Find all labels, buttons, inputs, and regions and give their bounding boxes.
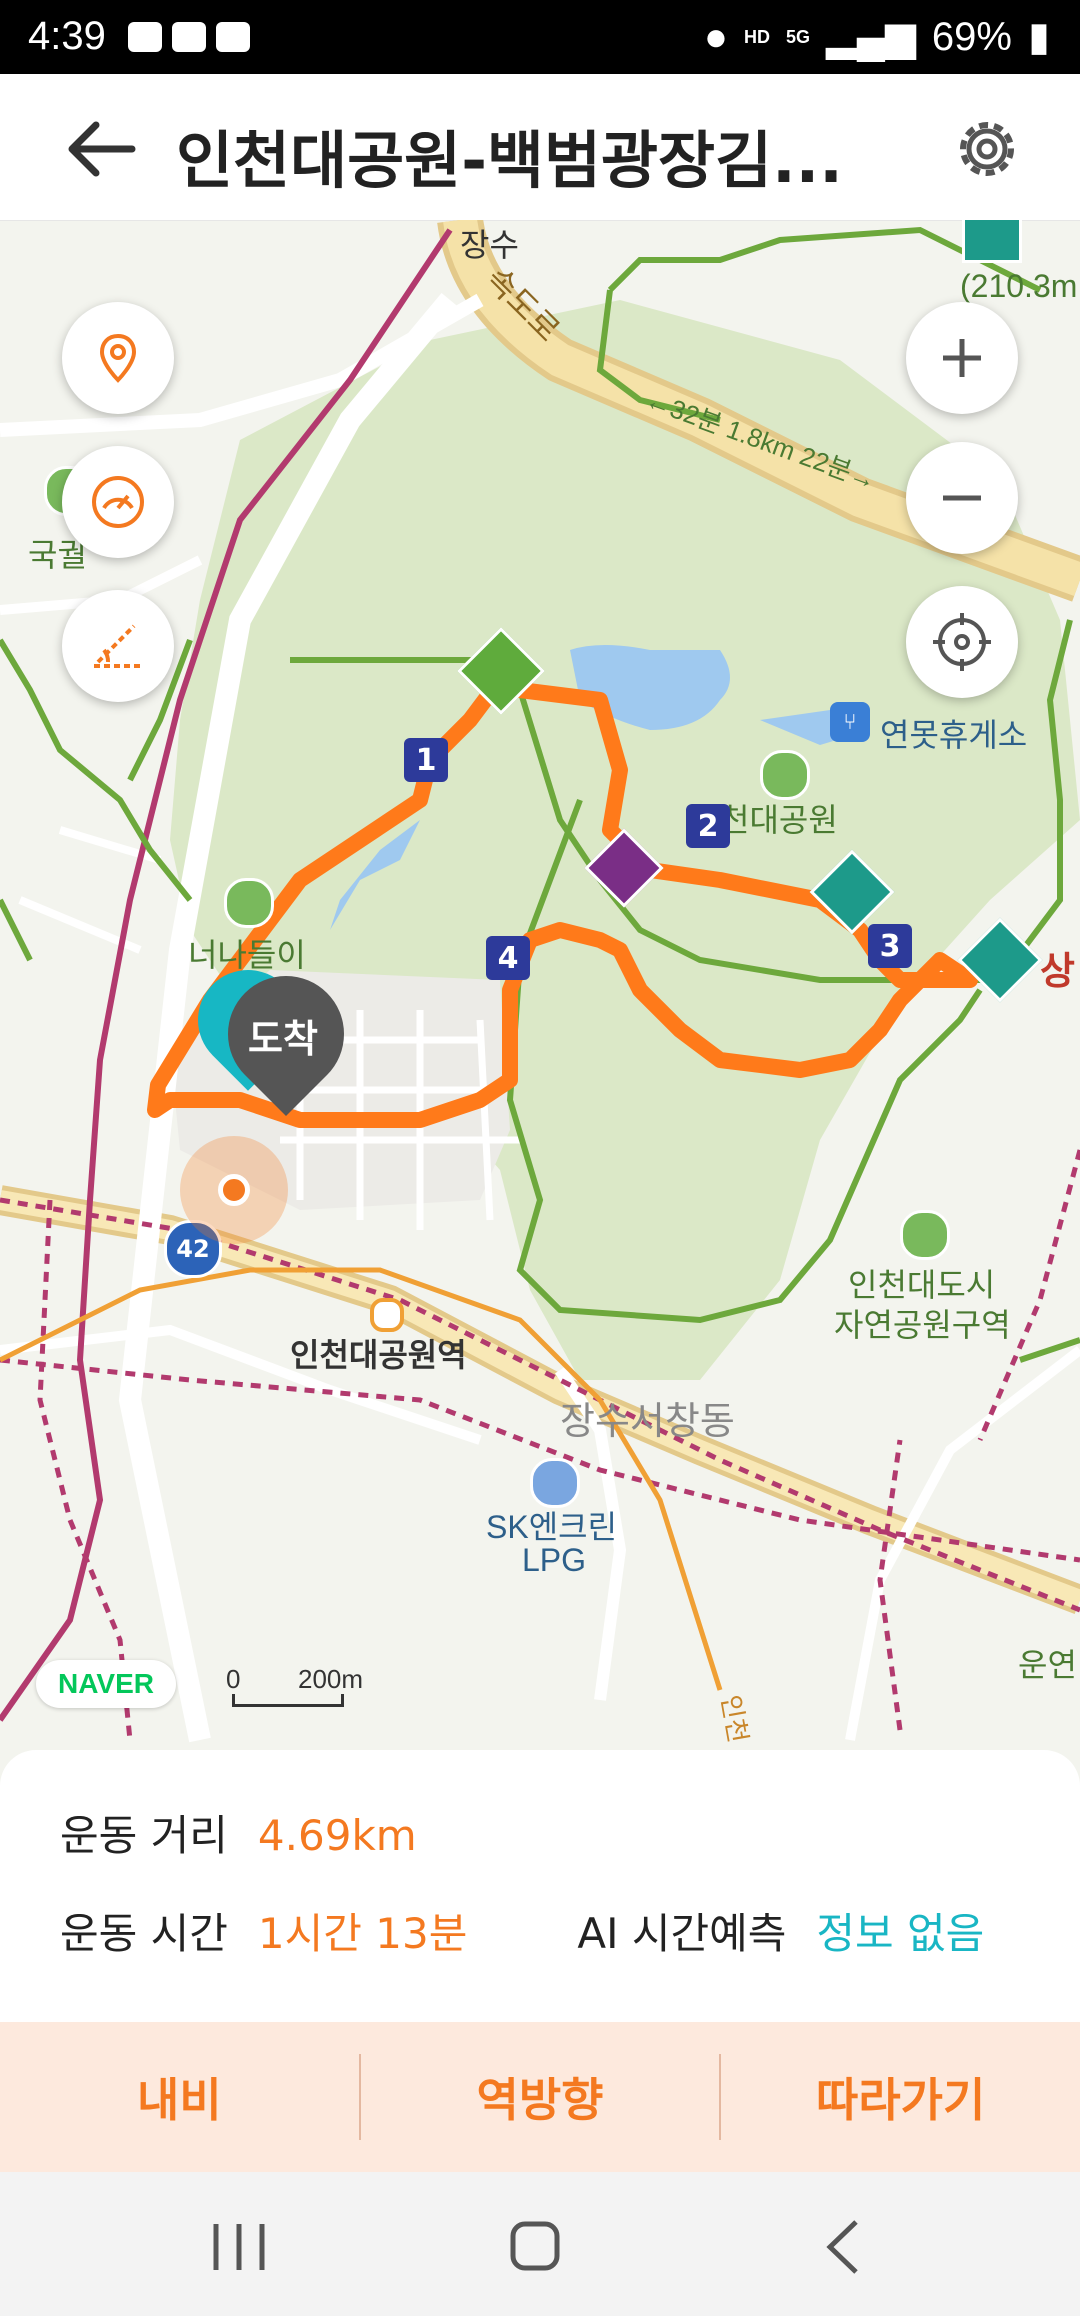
scale-zero: 0: [226, 1664, 241, 1694]
tree-icon: [900, 1210, 950, 1260]
recenter-button[interactable]: [906, 586, 1018, 698]
restaurant-icon[interactable]: ⑂: [830, 702, 870, 742]
naver-logo: NAVER: [36, 1660, 176, 1708]
map-label-rest-area: 연못휴게소: [880, 717, 1028, 753]
map-view[interactable]: 장수 속도로 (210.3m ←32분 1.8km 22분→ 연못휴게소 천대공…: [0, 220, 1080, 1750]
ai-time-value: 정보 없음: [816, 1909, 985, 1958]
app-header: 인천대공원-백범광장김...: [0, 74, 1080, 221]
time-label: 운동 시간: [60, 1909, 228, 1958]
home-icon[interactable]: [490, 2212, 580, 2282]
location-pin-button[interactable]: [62, 302, 174, 414]
steps-icon: [128, 22, 162, 52]
waypoint-marker[interactable]: 2: [686, 804, 730, 848]
status-time: 4:39: [28, 14, 106, 58]
reverse-button[interactable]: 역방향: [361, 2064, 720, 2130]
location-status-icon: ●: [703, 14, 729, 59]
arrive-marker-label: 도착: [248, 1017, 318, 1061]
location-pin-icon: [99, 333, 137, 383]
crosshair-icon: [933, 613, 991, 671]
ai-time-label: AI 시간예측: [577, 1909, 787, 1958]
current-location-dot-icon: [218, 1174, 250, 1206]
scale-bar: [232, 1694, 344, 1707]
map-label-park: 천대공원: [720, 802, 838, 838]
station-marker-icon: [370, 1298, 404, 1332]
mountain-marker-icon[interactable]: [962, 220, 1022, 263]
waypoint-marker[interactable]: 1: [404, 738, 448, 782]
elevation-icon: [94, 624, 142, 668]
map-label-dong: 장수서창동: [560, 1401, 735, 1443]
map-label-nature-2: 자연공원구역: [834, 1307, 1011, 1343]
map-label-mountain-height: (210.3m: [960, 268, 1078, 304]
youtube-icon: [172, 22, 206, 52]
speedometer-button[interactable]: [62, 446, 174, 558]
follow-button[interactable]: 따라가기: [721, 2064, 1080, 2130]
back-nav-icon[interactable]: [800, 2212, 890, 2282]
back-arrow-icon[interactable]: [62, 114, 142, 184]
elevation-button[interactable]: [62, 590, 174, 702]
map-label-unyeon: 운연: [1018, 1647, 1077, 1683]
distance-label: 운동 거리: [60, 1811, 228, 1860]
navi-button[interactable]: 내비: [0, 2064, 359, 2130]
plus-icon: [943, 339, 981, 377]
time-value: 1시간 13분: [257, 1909, 468, 1958]
waypoint-marker[interactable]: 4: [486, 936, 530, 980]
minus-icon: [943, 495, 981, 501]
zoom-in-button[interactable]: [906, 302, 1018, 414]
scale-label: 200m: [298, 1664, 364, 1694]
status-bar: 4:39 ● HD 5G ▂▄▆ 69% ▮: [0, 0, 1080, 74]
battery-icon: ▮: [1027, 15, 1050, 59]
zoom-out-button[interactable]: [906, 442, 1018, 554]
system-nav-bar: [0, 2172, 1080, 2316]
recent-apps-icon[interactable]: [194, 2212, 284, 2282]
map-label-gas-lpg: LPG: [522, 1542, 587, 1578]
speedometer-icon: [92, 476, 144, 528]
gear-icon[interactable]: [950, 112, 1024, 186]
battery-percent: 69%: [931, 14, 1012, 59]
distance-value: 4.69km: [257, 1811, 417, 1860]
map-label-sang: 상: [1040, 951, 1075, 993]
tree-icon: [224, 878, 274, 928]
gas-station-icon: [530, 1458, 580, 1508]
waypoint-marker[interactable]: 3: [868, 924, 912, 968]
hd-voice-label: HD: [744, 27, 771, 47]
route-info-sheet: 운동 거리 4.69km 운동 시간 1시간 13분 AI 시간예측 정보 없음: [0, 1750, 1080, 2022]
network-label: 5G: [786, 27, 811, 47]
action-bar: 내비 역방향 따라가기: [0, 2022, 1080, 2172]
page-title: 인천대공원-백범광장김...: [176, 124, 843, 197]
app-icon: [216, 22, 250, 52]
tree-icon: [760, 750, 810, 800]
map-label-station: 인천대공원역: [290, 1337, 467, 1373]
signal-icon: ▂▄▆: [826, 15, 916, 59]
